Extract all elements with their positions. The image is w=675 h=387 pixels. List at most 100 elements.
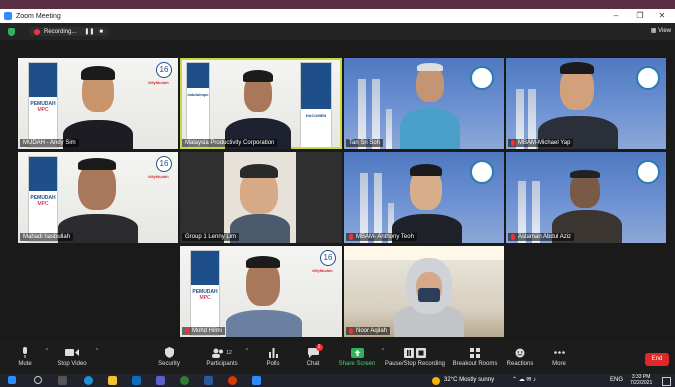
hashtag-label: #MyMudah xyxy=(148,80,169,85)
video-tile-andy-sim[interactable]: PEMUDAH MPC 16 #MyMudah MUDAH - Andy Sim xyxy=(18,58,178,149)
teams-icon[interactable] xyxy=(156,376,165,385)
recording-dot-icon xyxy=(34,28,40,35)
weather-sun-icon xyxy=(432,377,440,385)
video-camera-icon xyxy=(65,347,79,358)
view-button[interactable]: ▦ View xyxy=(651,27,671,34)
task-view-icon[interactable] xyxy=(58,376,67,385)
video-gallery: PEMUDAH MPC 16 #MyMudah MUDAH - Andy Sim … xyxy=(0,40,675,340)
polls-icon xyxy=(268,347,278,358)
reactions-button[interactable]: Reactions xyxy=(506,340,534,374)
meeting-toolbar: Mute ^ Stop Video ^ Security 12 Participan… xyxy=(0,340,675,374)
video-tile-astaman-abdul-aziz[interactable]: Astaman Abdul Aziz xyxy=(506,152,666,243)
search-icon[interactable] xyxy=(34,376,42,384)
shield-icon xyxy=(164,347,174,358)
share-screen-button[interactable]: Share Screen ^ xyxy=(338,340,384,374)
security-button[interactable]: Security xyxy=(154,340,184,374)
microphone-icon xyxy=(21,347,29,358)
pemudah-banner: PEMUDAH MPC xyxy=(190,250,220,336)
video-tile-noor-aqilah[interactable]: Noor Aqilah xyxy=(344,246,504,337)
mute-button[interactable]: Mute ^ xyxy=(10,340,48,374)
grid-view-icon: ▦ xyxy=(650,28,657,34)
mbam-logo-icon xyxy=(636,66,660,90)
participant-name-tag: Noor Aqilah xyxy=(346,327,391,335)
close-button[interactable]: ✕ xyxy=(651,9,673,23)
window-top-strip xyxy=(0,0,675,9)
recording-indicator: Recording... ❚❚ ■ xyxy=(29,27,109,36)
minimize-button[interactable]: – xyxy=(605,9,627,23)
chevron-up-icon[interactable]: ^ xyxy=(96,348,98,354)
title-bar: Zoom Meeting – ❐ ✕ xyxy=(0,9,675,23)
video-tile-mohd-hilmi[interactable]: PEMUDAH MPC 16 #MyMudah Mohd Hilmi xyxy=(180,246,342,337)
encryption-shield-icon[interactable] xyxy=(8,27,15,36)
maximize-button[interactable]: ❐ xyxy=(629,9,651,23)
participant-name-tag: Astaman Abdul Aziz xyxy=(508,233,575,241)
muted-mic-icon xyxy=(349,328,353,334)
chevron-up-icon[interactable]: ^ xyxy=(46,348,48,354)
anniversary-badge-icon: 16 xyxy=(156,156,172,172)
pause-stop-recording-button[interactable]: Pause/Stop Recording xyxy=(384,340,446,374)
polls-button[interactable]: Polls xyxy=(262,340,284,374)
chat-button[interactable]: 1 Chat xyxy=(302,340,324,374)
zoom-taskbar-icon[interactable] xyxy=(252,376,261,385)
abdulmpc-banner: #abdulmpc xyxy=(186,62,210,148)
video-tile-lenny-lim[interactable]: Group 1 Lenny Lim xyxy=(180,152,342,243)
participant-name-tag: Tan Sri Soh xyxy=(346,139,384,147)
recording-label: Recording... xyxy=(44,28,77,35)
breakout-rooms-button[interactable]: Breakout Rooms xyxy=(452,340,498,374)
word-icon[interactable] xyxy=(204,376,213,385)
system-tray-icons[interactable]: ⌃ ☁ ✉ ♪ xyxy=(512,376,536,383)
video-tile-mahadi-hasbullah[interactable]: PEMUDAH MPC 16 #MyMudah Mahadi hasbullah xyxy=(18,152,178,243)
view-label: View xyxy=(658,28,671,34)
window-title: Zoom Meeting xyxy=(16,12,61,20)
clock[interactable]: 3:33 PM 7/22/2021 xyxy=(630,374,652,386)
muted-mic-icon xyxy=(511,234,515,240)
anniversary-badge-icon: 16 xyxy=(156,62,172,78)
mbam-logo-icon xyxy=(636,160,660,184)
participant-name-tag: MUDAH - Andy Sim xyxy=(20,139,79,147)
edge-browser-icon[interactable] xyxy=(84,376,93,385)
mbam-logo-icon xyxy=(470,160,494,184)
video-tile-anthony-teoh[interactable]: MBAM- Anthony Teoh xyxy=(344,152,504,243)
stop-video-button[interactable]: Stop Video ^ xyxy=(54,340,98,374)
muted-mic-icon xyxy=(185,328,189,334)
chat-icon: 1 xyxy=(307,344,323,358)
hashtag-label: #MyMudah xyxy=(312,268,333,273)
ellipsis-icon xyxy=(553,347,565,358)
breakout-rooms-icon xyxy=(470,347,480,358)
share-screen-icon xyxy=(350,347,364,358)
end-meeting-button[interactable]: End xyxy=(645,353,669,366)
muted-mic-icon xyxy=(511,140,515,146)
video-tile-michael-yap[interactable]: MBAM-Michael Yap xyxy=(506,58,666,149)
more-button[interactable]: More xyxy=(548,340,570,374)
windows-taskbar: 32°C Mostly sunny ⌃ ☁ ✉ ♪ ENG 3:33 PM 7/… xyxy=(0,374,675,387)
stop-recording-icon[interactable]: ■ xyxy=(99,29,103,35)
powerpoint-icon[interactable] xyxy=(228,376,237,385)
pause-stop-icon xyxy=(404,347,426,358)
weather-text[interactable]: 32°C Mostly sunny xyxy=(444,377,494,383)
participants-button[interactable]: 12 Participants ^ xyxy=(204,340,248,374)
video-tile-tan-sri-soh[interactable]: Tan Sri Soh xyxy=(344,58,504,149)
muted-mic-icon xyxy=(349,234,353,240)
outlook-icon[interactable] xyxy=(132,376,141,385)
face-mask xyxy=(418,288,440,302)
mbam-logo-icon xyxy=(470,66,494,90)
hacumen-banner: HACUMEN xyxy=(300,62,332,148)
meeting-status-bar: Recording... ❚❚ ■ ▦ View xyxy=(0,23,675,40)
file-explorer-icon[interactable] xyxy=(108,376,117,385)
participant-name-tag: Mohd Hilmi xyxy=(182,327,226,335)
windows-start-icon[interactable] xyxy=(8,376,16,384)
pemudah-banner: PEMUDAH MPC xyxy=(28,62,58,148)
pemudah-banner: PEMUDAH MPC xyxy=(28,156,58,242)
anniversary-badge-icon: 16 xyxy=(320,250,336,266)
language-indicator[interactable]: ENG xyxy=(610,377,623,383)
participant-name-tag: MBAM-Michael Yap xyxy=(508,139,574,147)
participants-count: 12 xyxy=(226,349,232,356)
participant-name-tag: Group 1 Lenny Lim xyxy=(182,233,240,241)
notification-icon[interactable] xyxy=(662,377,671,386)
pause-recording-icon[interactable]: ❚❚ xyxy=(84,28,94,35)
chrome-icon[interactable] xyxy=(180,376,189,385)
zoom-logo-icon xyxy=(4,12,12,20)
chevron-up-icon[interactable]: ^ xyxy=(246,348,248,354)
chat-badge: 1 xyxy=(315,344,323,351)
video-tile-malaysia-productivity-corporation[interactable]: #abdulmpc HACUMEN Malaysia Productivity … xyxy=(180,58,342,149)
